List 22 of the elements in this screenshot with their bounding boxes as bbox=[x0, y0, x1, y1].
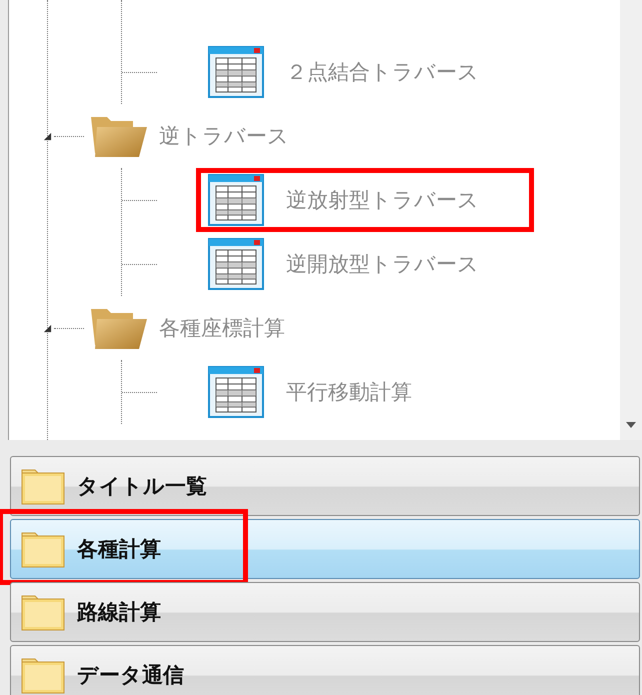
table-window-icon bbox=[208, 46, 264, 98]
scrollbar[interactable] bbox=[620, 0, 642, 440]
tree-folder[interactable]: 各種座標計算 bbox=[159, 314, 285, 342]
tree-item[interactable]: 逆放射型トラバース bbox=[286, 186, 479, 214]
table-window-icon bbox=[208, 174, 264, 226]
expand-toggle-icon[interactable] bbox=[43, 132, 52, 140]
table-window-icon bbox=[208, 366, 264, 418]
nav-bar[interactable]: 路線計算 bbox=[10, 582, 640, 642]
tree-item[interactable]: 平行移動計算 bbox=[286, 378, 412, 406]
tree-folder[interactable]: 逆トラバース bbox=[159, 122, 289, 150]
scroll-down-icon[interactable] bbox=[626, 422, 636, 428]
tree-item[interactable]: 逆開放型トラバース bbox=[286, 250, 479, 278]
table-window-icon bbox=[208, 238, 264, 290]
folder-icon bbox=[21, 467, 65, 505]
folder-icon bbox=[21, 593, 65, 631]
expand-toggle-icon[interactable] bbox=[43, 324, 52, 332]
nav-bar[interactable]: 各種計算 bbox=[10, 519, 640, 579]
nav-bar[interactable]: タイトル一覧 bbox=[10, 456, 640, 516]
tree-item[interactable]: ２点結合トラバース bbox=[286, 58, 479, 86]
folder-icon bbox=[21, 656, 65, 694]
folder-icon bbox=[21, 530, 65, 568]
nav-bar[interactable]: データ通信 bbox=[10, 645, 640, 695]
